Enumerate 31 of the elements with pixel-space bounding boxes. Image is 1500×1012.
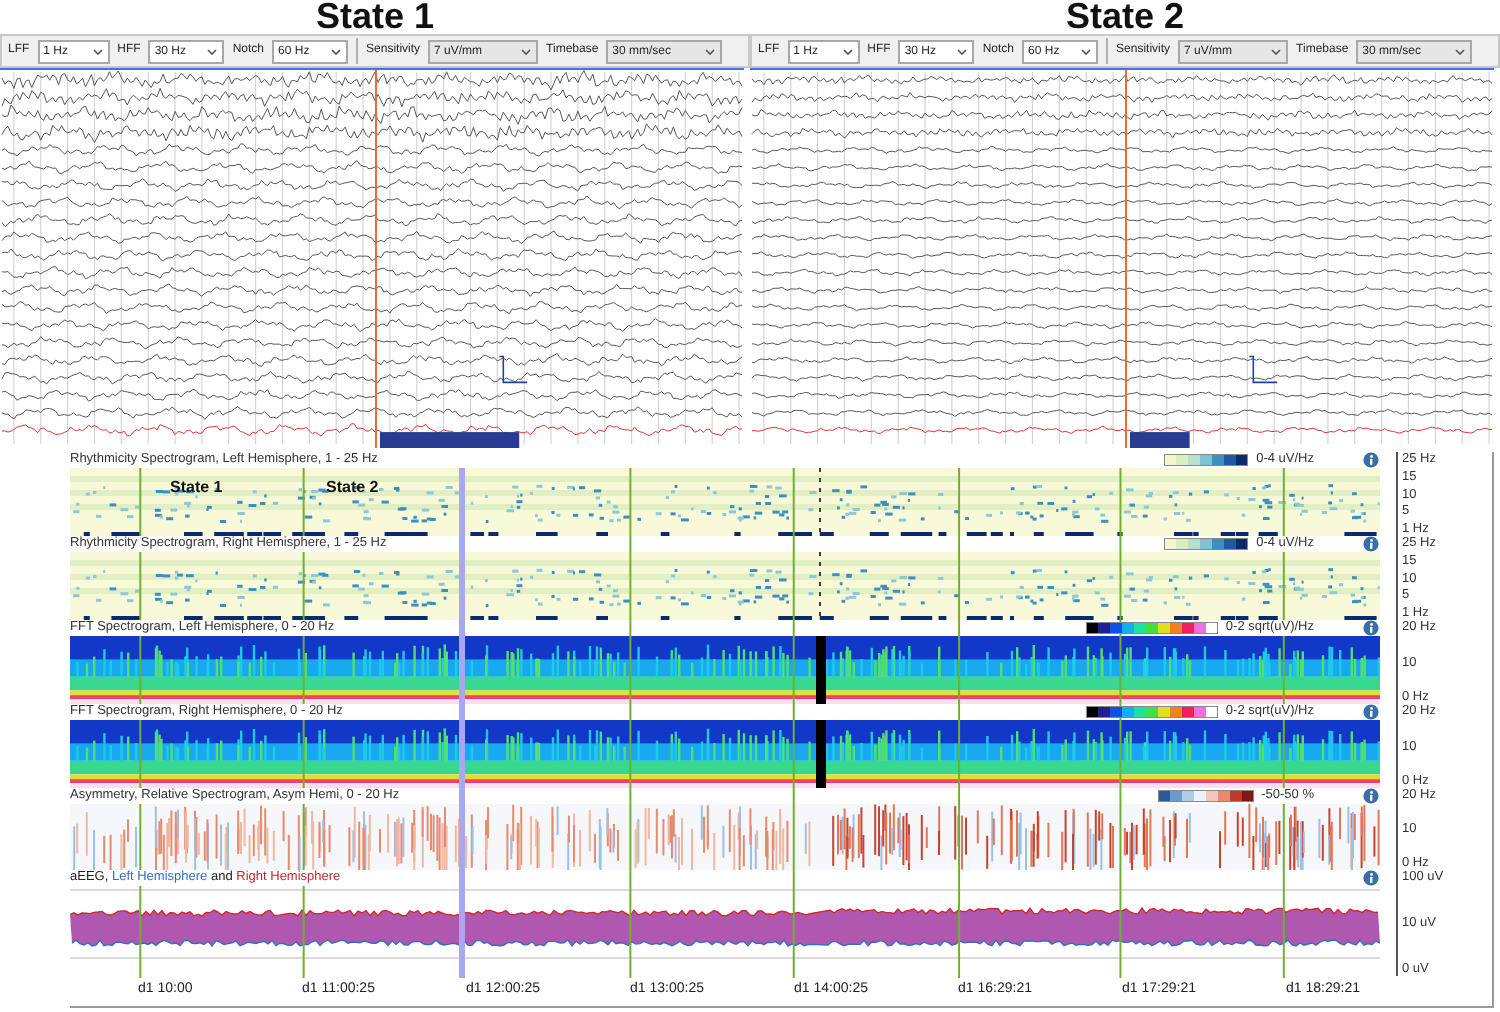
info-icon xyxy=(1362,536,1380,552)
state-label: State 2 xyxy=(326,478,379,496)
caret-icon xyxy=(1454,47,1467,55)
caret-icon xyxy=(91,47,104,55)
pane-heading: State 1 xyxy=(313,0,437,34)
cursor-line[interactable] xyxy=(375,69,377,448)
color-scale-legend xyxy=(1164,454,1249,466)
color-scale-legend xyxy=(1157,790,1254,802)
caret-icon xyxy=(956,47,969,55)
annotation-marker[interactable] xyxy=(1129,432,1190,448)
caret-icon xyxy=(1270,47,1283,55)
annotation-marker[interactable] xyxy=(379,432,520,448)
caret-icon xyxy=(1080,47,1093,55)
color-scale-legend xyxy=(1164,538,1249,550)
caret-icon xyxy=(704,47,717,55)
caret-icon xyxy=(841,47,854,55)
caret-icon xyxy=(330,47,343,55)
calibration-marker xyxy=(498,355,528,384)
pane-heading: State 2 xyxy=(1063,0,1187,34)
caret-icon xyxy=(520,47,533,55)
info-icon xyxy=(1362,620,1380,636)
time-cursor[interactable] xyxy=(459,468,465,978)
info-icon xyxy=(1362,788,1380,804)
caret-icon xyxy=(206,47,219,55)
color-scale-legend xyxy=(1085,706,1218,718)
color-scale-legend xyxy=(1085,622,1218,634)
info-icon xyxy=(1362,452,1380,468)
state-label: State 1 xyxy=(170,478,223,496)
calibration-marker xyxy=(1248,355,1278,384)
info-icon xyxy=(1362,704,1380,720)
info-icon xyxy=(1362,870,1380,886)
